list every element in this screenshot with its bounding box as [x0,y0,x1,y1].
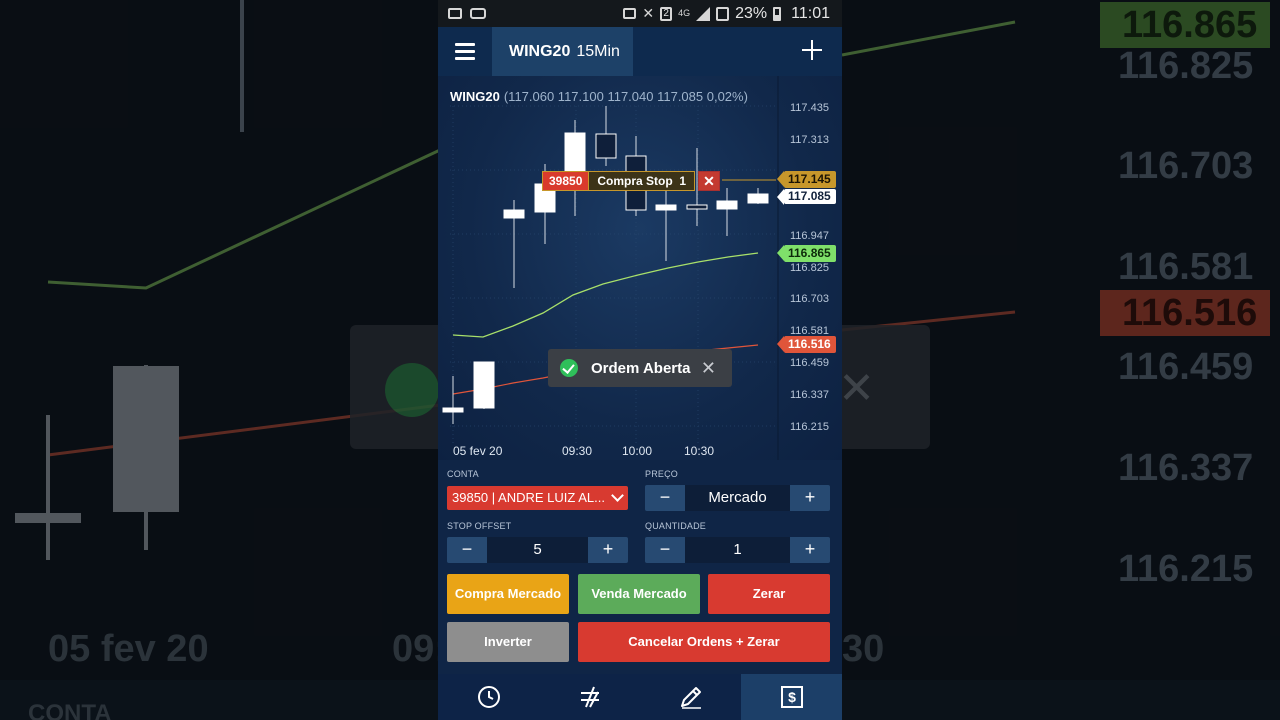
buy-market-button[interactable]: Compra Mercado [447,574,569,614]
candle-bullish [716,200,738,210]
cancel-order-button[interactable]: ✕ [698,171,720,191]
quantity-decrement-button[interactable]: − [645,537,685,563]
x-tick-label: 10:30 [684,444,714,458]
toast-message: Ordem Aberta [591,359,691,377]
add-icon[interactable] [802,40,822,60]
invert-position-button[interactable]: Inverter [447,622,569,662]
clock-icon [477,686,500,708]
last-price-flag: 117.085 [777,189,836,205]
stop-offset-increment-button[interactable]: + [588,537,628,563]
cast-icon [623,8,637,19]
menu-icon[interactable] [455,43,475,60]
image-icon [716,6,730,21]
candle-bullish [747,193,769,204]
candle-bullish [503,209,525,219]
price-increment-button[interactable]: + [790,485,830,511]
clock-time: 11:01 [791,4,830,22]
y-tick-label: 116.337 [790,389,829,401]
candle-bullish [473,361,495,409]
preco-label: PREÇO [645,469,679,479]
y-tick-label: 116.703 [790,293,829,305]
conta-label: CONTA [447,469,479,479]
candle-bearish [595,133,617,159]
nav-drawing[interactable] [640,674,741,720]
timeframe: 15Min [576,42,620,60]
y-tick-label: 117.435 [790,102,829,114]
order-account: 39850 [543,172,589,190]
app-bar: WING20 15Min [438,27,842,76]
green-moving-average [452,252,759,338]
quantidade-label: QUANTIDADE [645,521,707,531]
x-tick-label: 10:00 [622,444,652,458]
voicemail-icon [470,8,486,19]
nav-orders[interactable]: $ [741,674,842,720]
quote-line: WING20 (117.060 117.100 117.040 117.085 0… [450,89,748,104]
price-stepper: − Mercado + [645,485,830,511]
nav-chart-tools[interactable] [539,674,640,720]
zero-position-button[interactable]: Zerar [708,574,830,614]
x-tick-label: 09:30 [562,444,592,458]
network-type: 4G [678,8,691,18]
status-bar: ✕ 2 4G 23% 11:01 [438,0,842,27]
price-value[interactable]: Mercado [685,485,790,511]
phone-screen: ✕ 2 4G 23% 11:01 WING20 15Min 117.435 11… [438,0,842,720]
chart-tool-icon [580,686,599,708]
stop-offset-label: STOP OFFSET [447,521,512,531]
quote-symbol: WING20 [450,89,500,104]
red-ma-flag: 116.516 [777,336,836,353]
order-description: Compra Stop 1 [588,172,695,190]
y-tick-label: 116.215 [790,421,829,433]
order-form: CONTA 39850 | ANDRE LUIZ AL... PREÇO − M… [438,460,842,674]
candle-bullish [655,204,677,211]
mute-icon: ✕ [642,5,655,21]
nav-history[interactable] [438,674,539,720]
check-circle-icon [560,359,578,377]
quantity-increment-button[interactable]: + [790,537,830,563]
quote-values: (117.060 117.100 117.040 117.085 0,02%) [503,89,748,104]
price-decrement-button[interactable]: − [645,485,685,511]
sell-market-button[interactable]: Venda Mercado [578,574,700,614]
y-tick-label: 116.459 [790,357,829,369]
green-ma-flag: 116.865 [777,245,836,262]
symbol-tab[interactable]: WING20 15Min [492,27,633,76]
dollar-icon: $ [780,686,803,708]
signal-icon [696,6,711,21]
y-tick-label: 116.825 [790,262,829,274]
stop-offset-stepper: − 5 + [447,537,628,563]
svg-text:$: $ [788,689,796,705]
pencil-icon [680,687,701,709]
quantity-stepper: − 1 + [645,537,830,563]
y-tick-label: 116.947 [790,230,829,242]
stop-offset-value[interactable]: 5 [487,537,588,563]
chart-canvas: 117.435117.313117.085116.947116.825116.7… [442,76,829,460]
x-tick-label: 05 fev 20 [453,444,503,458]
candle-bearish [686,204,708,210]
stop-offset-decrement-button[interactable]: − [447,537,487,563]
quantity-value[interactable]: 1 [685,537,790,563]
close-icon[interactable]: ✕ [701,358,716,379]
account-value: 39850 | ANDRE LUIZ AL... [452,490,605,505]
battery-percent: 23% [735,4,768,22]
close-icon: ✕ [699,172,719,190]
price-chart[interactable]: 117.435 117.313 117.085 116.947 116.825 116.7… [438,76,842,460]
candle-bullish [442,407,464,413]
cancel-orders-zero-button[interactable]: Cancelar Ordens + Zerar [578,622,830,662]
sim-icon: 2 [660,6,673,21]
y-tick-label: 117.313 [790,134,829,146]
battery-icon [773,6,782,21]
symbol-name: WING20 [509,42,571,60]
account-select[interactable]: 39850 | ANDRE LUIZ AL... [447,486,628,510]
stop-price-flag: 117.145 [777,171,836,188]
candle-bullish [564,132,586,177]
order-qty: 1 [679,174,687,188]
chevron-down-icon [611,489,624,502]
video-camera-icon [448,8,462,19]
stop-order-tag[interactable]: 39850 Compra Stop 1 [542,171,696,191]
bottom-nav: $ [438,674,842,720]
order-toast: Ordem Aberta ✕ [548,349,732,387]
